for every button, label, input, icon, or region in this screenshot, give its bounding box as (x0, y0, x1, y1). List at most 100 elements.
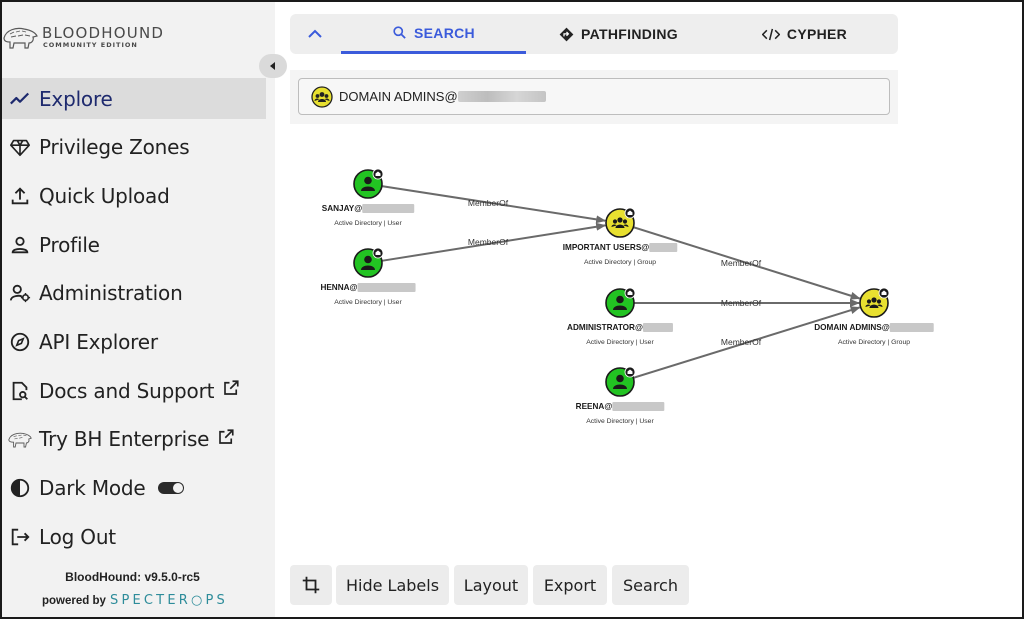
graph-node-reena[interactable] (605, 366, 636, 397)
sidebar-item-label: Profile (39, 232, 100, 257)
tab-label: PATHFINDING (581, 26, 678, 42)
search-icon (393, 26, 406, 39)
collapse-sidebar-button[interactable] (259, 54, 287, 78)
sidebar-item-label: Docs and Support (39, 378, 215, 403)
sidebar-item-log-out[interactable]: Log Out (0, 516, 270, 557)
crop-button[interactable] (290, 565, 332, 605)
redacted-domain (362, 204, 415, 213)
layout-button[interactable]: Layout (454, 565, 528, 605)
tab-label: SEARCH (414, 24, 475, 41)
trend-line-icon (8, 87, 32, 111)
upload-icon (8, 184, 32, 208)
graph-canvas[interactable]: MemberOf MemberOf MemberOf MemberOf MemberOf… (290, 130, 1010, 550)
sidebar-item-dark-mode[interactable]: Dark Mode (0, 468, 270, 509)
gem-icon (8, 135, 32, 159)
hound-logo-icon (3, 27, 38, 49)
node-label: DOMAIN ADMINS@ (814, 323, 889, 332)
node-subtitle: Active Directory | Group (838, 339, 910, 346)
graph-node-henna[interactable] (353, 247, 384, 278)
sidebar-item-label: API Explorer (39, 329, 158, 354)
document-search-icon (8, 379, 32, 403)
node-subtitle: Active Directory | User (334, 299, 402, 306)
node-search-input[interactable]: DOMAIN ADMINS@ (298, 78, 890, 115)
edge-label: MemberOf (721, 337, 762, 347)
contrast-icon (8, 476, 32, 500)
sidebar-item-label: Explore (39, 86, 113, 111)
tab-cypher[interactable]: CYPHER (711, 14, 898, 54)
graph-node-administrator[interactable] (605, 287, 636, 318)
sidebar-nav: Explore Privilege Zones Quick Upload Pro… (0, 78, 270, 565)
caret-left-icon (270, 62, 275, 70)
chevron-up-icon (308, 29, 322, 38)
sidebar-item-profile[interactable]: Profile (0, 224, 270, 265)
brand-name: BLOODHOUND (42, 24, 165, 42)
edge-label: MemberOf (721, 298, 762, 308)
edge-label: MemberOf (468, 198, 509, 208)
sidebar-item-label: Try BH Enterprise (39, 427, 210, 452)
sidebar-item-privilege-zones[interactable]: Privilege Zones (0, 127, 270, 168)
node-label: SANJAY@ (322, 204, 362, 213)
node-label: ADMINISTRATOR@ (567, 323, 643, 332)
sidebar-item-explore[interactable]: Explore (0, 78, 266, 119)
external-link-icon (217, 428, 235, 451)
node-subtitle: Active Directory | User (586, 418, 654, 425)
directions-icon (559, 27, 574, 41)
export-button[interactable]: Export (533, 565, 607, 605)
brand-subtitle: COMMUNITY EDITION (43, 41, 138, 49)
sidebar-item-try-bh-enterprise[interactable]: Try BH Enterprise (0, 419, 270, 460)
badge-icon (372, 247, 384, 259)
dark-mode-toggle[interactable] (157, 482, 184, 494)
edge-label: MemberOf (468, 237, 509, 247)
user-gear-icon (8, 281, 32, 305)
hide-labels-button[interactable]: Hide Labels (336, 565, 449, 605)
version-text: BloodHound: v9.5.0-rc5 (65, 570, 200, 584)
sidebar-item-label: Quick Upload (39, 183, 170, 208)
sidebar: BLOODHOUND COMMUNITY EDITION Explore Pri… (0, 0, 275, 619)
graph-node-important[interactable] (605, 207, 636, 238)
search-input-value: DOMAIN ADMINS@ (339, 89, 458, 104)
badge-icon (624, 366, 636, 378)
node-label: HENNA@ (320, 283, 357, 292)
sidebar-item-label: Privilege Zones (39, 135, 190, 160)
sidebar-item-api-explorer[interactable]: API Explorer (0, 321, 270, 362)
tab-pathfinding[interactable]: PATHFINDING (526, 14, 711, 54)
person-icon (8, 233, 32, 257)
redacted-domain (357, 283, 416, 292)
group-node-icon (311, 85, 333, 108)
badge-icon (372, 168, 384, 180)
powered-by-text: powered by (42, 595, 106, 607)
badge-icon (878, 287, 890, 299)
node-label: REENA@ (576, 402, 613, 411)
sidebar-item-docs-and-support[interactable]: Docs and Support (0, 370, 270, 411)
search-panel: DOMAIN ADMINS@ (290, 70, 898, 124)
sidebar-item-label: Log Out (39, 524, 116, 549)
sidebar-item-label: Dark Mode (39, 476, 146, 500)
redacted-domain (889, 323, 934, 332)
specterops-logo: SPECTER○PS (110, 593, 229, 608)
logout-icon (8, 525, 32, 549)
brand-logo[interactable]: BLOODHOUND COMMUNITY EDITION (2, 20, 202, 54)
sidebar-item-label: Administration (39, 281, 183, 306)
tab-label: CYPHER (786, 26, 848, 42)
redacted-domain (642, 323, 673, 332)
hound-icon (8, 427, 32, 451)
external-link-icon (222, 379, 240, 402)
redacted-domain (457, 91, 546, 102)
graph-node-domainadmins[interactable] (859, 287, 890, 318)
search-graph-button[interactable]: Search (612, 565, 689, 605)
sidebar-item-quick-upload[interactable]: Quick Upload (0, 175, 270, 216)
sidebar-item-administration[interactable]: Administration (0, 273, 270, 314)
code-icon (761, 28, 780, 40)
crop-icon (302, 576, 320, 594)
node-subtitle: Active Directory | User (334, 220, 402, 227)
redacted-domain (649, 243, 678, 252)
tab-search[interactable]: SEARCH (341, 14, 526, 54)
badge-icon (624, 287, 636, 299)
graph-node-sanjay[interactable] (353, 168, 384, 199)
edge-label: MemberOf (721, 258, 762, 268)
node-subtitle: Active Directory | Group (584, 259, 656, 266)
collapse-search-button[interactable] (290, 14, 340, 54)
node-subtitle: Active Directory | User (586, 339, 654, 346)
compass-icon (8, 330, 32, 354)
badge-icon (624, 207, 636, 219)
